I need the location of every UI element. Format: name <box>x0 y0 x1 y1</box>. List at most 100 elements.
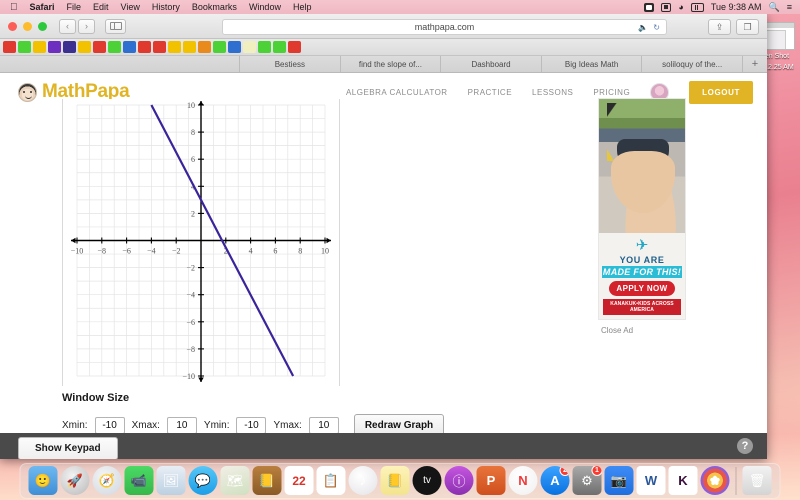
display-icon[interactable] <box>661 2 672 12</box>
nav-pricing[interactable]: PRICING <box>593 88 630 97</box>
dock-item-safari[interactable]: 🧭 <box>92 466 122 495</box>
bookmark-favicon[interactable] <box>123 41 136 53</box>
menubar-clock[interactable]: Tue 9:38 AM <box>711 0 762 14</box>
apple-logo-icon[interactable]:  <box>4 2 24 13</box>
graph-canvas[interactable]: −10 −8 −6 −4 −2 2 4 6 8 10 −10 −8 −6 −4 −2 2 4 6 8 10 <box>62 99 340 386</box>
dock-item-reminders[interactable]: 📋 <box>316 466 346 495</box>
bookmark-favicon[interactable] <box>258 41 271 53</box>
bookmark-favicon[interactable] <box>18 41 31 53</box>
menu-item-history[interactable]: History <box>146 0 186 14</box>
dock-item-itunes[interactable]: ♪ <box>348 466 378 495</box>
tabs-overview-icon[interactable]: ❐ <box>736 19 759 35</box>
help-button[interactable]: ? <box>737 438 753 454</box>
dock-item-photos[interactable]: ✿ <box>700 466 730 495</box>
airplane-icon: ✈ <box>635 237 649 254</box>
bookmark-favicon[interactable] <box>198 41 211 53</box>
screen-mirroring-icon[interactable] <box>644 2 655 12</box>
show-keypad-button[interactable]: Show Keypad <box>18 437 118 459</box>
xmin-input[interactable] <box>94 417 125 434</box>
bookmark-favicon[interactable] <box>213 41 226 53</box>
dock-icon-glyph: 🧭 <box>98 472 116 488</box>
dock-icon-glyph: ⚙ <box>581 472 593 488</box>
logout-button[interactable]: LOGOUT <box>689 80 753 104</box>
bookmark-favicon[interactable] <box>228 41 241 53</box>
bookmark-favicon[interactable] <box>243 41 256 53</box>
dock-item-podcasts[interactable]: ⓘ <box>444 466 474 495</box>
tab-big-ideas-math[interactable]: Big Ideas Math <box>542 56 643 72</box>
dock-item-trash[interactable]: 🗑 <box>742 466 772 495</box>
dock-item-news[interactable]: N <box>508 466 538 495</box>
dock-item-zoom[interactable]: 📷 <box>604 466 634 495</box>
menu-item-bookmarks[interactable]: Bookmarks <box>186 0 243 14</box>
bookmark-favicon[interactable] <box>273 41 286 53</box>
dock-item-system-preferences[interactable]: ⚙ 1 <box>572 466 602 495</box>
bookmark-favicon[interactable] <box>93 41 106 53</box>
menu-item-safari[interactable]: Safari <box>24 0 61 14</box>
ymin-input[interactable] <box>236 417 267 434</box>
nav-practice[interactable]: PRACTICE <box>468 88 512 97</box>
ymax-input[interactable] <box>308 417 339 434</box>
dock-item-word[interactable]: W <box>636 466 666 495</box>
dock-item-finder[interactable]: 🙂 <box>28 466 58 495</box>
tab-soliloquy[interactable]: soliloquy of the... <box>642 56 743 72</box>
wifi-icon[interactable]: ◕ <box>678 0 683 14</box>
url-text: mathpapa.com <box>414 22 475 32</box>
dock-item-messages[interactable]: 💬 <box>188 466 218 495</box>
dock-item-kahoot[interactable]: K <box>668 466 698 495</box>
menu-item-edit[interactable]: Edit <box>87 0 115 14</box>
tab-find-the-slope[interactable]: find the slope of... <box>341 56 442 72</box>
tab-bestiess[interactable]: Bestiess <box>240 56 341 72</box>
dock-item-notes[interactable]: 📒 <box>380 466 410 495</box>
trash-icon: 🗑 <box>748 472 766 488</box>
svg-text:4: 4 <box>249 247 253 256</box>
nav-lessons[interactable]: LESSONS <box>532 88 573 97</box>
reload-icon[interactable]: ↻ <box>653 23 660 32</box>
ad-legs-graphic <box>611 151 675 213</box>
close-ad-link[interactable]: Close Ad <box>601 326 633 335</box>
dock-item-facetime[interactable]: 📹 <box>124 466 154 495</box>
bookmark-favicon[interactable] <box>48 41 61 53</box>
bookmark-favicon[interactable] <box>78 41 91 53</box>
bookmark-favicon[interactable] <box>168 41 181 53</box>
address-bar[interactable]: mathpapa.com 🔈 ↻ <box>222 19 667 35</box>
share-icon[interactable]: ⇪ <box>708 19 731 35</box>
dock-item-powerpoint[interactable]: P <box>476 466 506 495</box>
dock-item-calendar[interactable]: 22 <box>284 466 314 495</box>
dock-item-photos-preview[interactable]: 🖼 <box>156 466 186 495</box>
minimize-window-button[interactable] <box>23 21 32 31</box>
dock-item-app-store[interactable]: A2 <box>540 466 570 495</box>
bookmark-favicon[interactable] <box>33 41 46 53</box>
bookmark-favicon[interactable] <box>108 41 121 53</box>
dock-item-maps[interactable]: 🗺 <box>220 466 250 495</box>
bookmark-favicon[interactable] <box>138 41 151 53</box>
control-center-icon[interactable]: ≡ <box>787 0 792 14</box>
back-button[interactable]: ‹ <box>59 18 76 34</box>
forward-button[interactable]: › <box>78 18 95 34</box>
battery-icon[interactable] <box>690 2 704 12</box>
speaker-icon[interactable]: 🔈 <box>638 23 648 32</box>
xmax-input[interactable] <box>166 417 197 434</box>
search-icon[interactable]: 🔍 <box>769 0 780 14</box>
dock-item-launchpad[interactable]: 🚀 <box>60 466 90 495</box>
bookmark-favicon[interactable] <box>63 41 76 53</box>
bookmark-favicon[interactable] <box>3 41 16 53</box>
menu-item-file[interactable]: File <box>61 0 88 14</box>
bookmark-favicon[interactable] <box>288 41 301 53</box>
close-window-button[interactable] <box>8 21 17 31</box>
sidebar-toggle-button[interactable] <box>105 18 126 34</box>
nav-algebra-calculator[interactable]: ALGEBRA CALCULATOR <box>346 88 448 97</box>
bookmark-favicon[interactable] <box>153 41 166 53</box>
dock-item-appletv[interactable]: tv <box>412 466 442 495</box>
tab-dashboard[interactable]: Dashboard <box>441 56 542 72</box>
dock-item-contacts[interactable]: 📒 <box>252 466 282 495</box>
new-tab-button[interactable]: + <box>743 56 767 72</box>
svg-text:−8: −8 <box>186 345 195 354</box>
advertisement-banner[interactable]: ✈ YOU ARE MADE FOR THIS! APPLY NOW KANAK… <box>598 98 686 320</box>
menu-item-view[interactable]: View <box>115 0 146 14</box>
ad-apply-now-button[interactable]: APPLY NOW <box>609 281 675 296</box>
bookmark-favicon[interactable] <box>183 41 196 53</box>
menu-item-help[interactable]: Help <box>287 0 318 14</box>
maximize-window-button[interactable] <box>38 21 47 31</box>
dock-icon-glyph: P <box>486 473 496 488</box>
menu-item-window[interactable]: Window <box>243 0 287 14</box>
